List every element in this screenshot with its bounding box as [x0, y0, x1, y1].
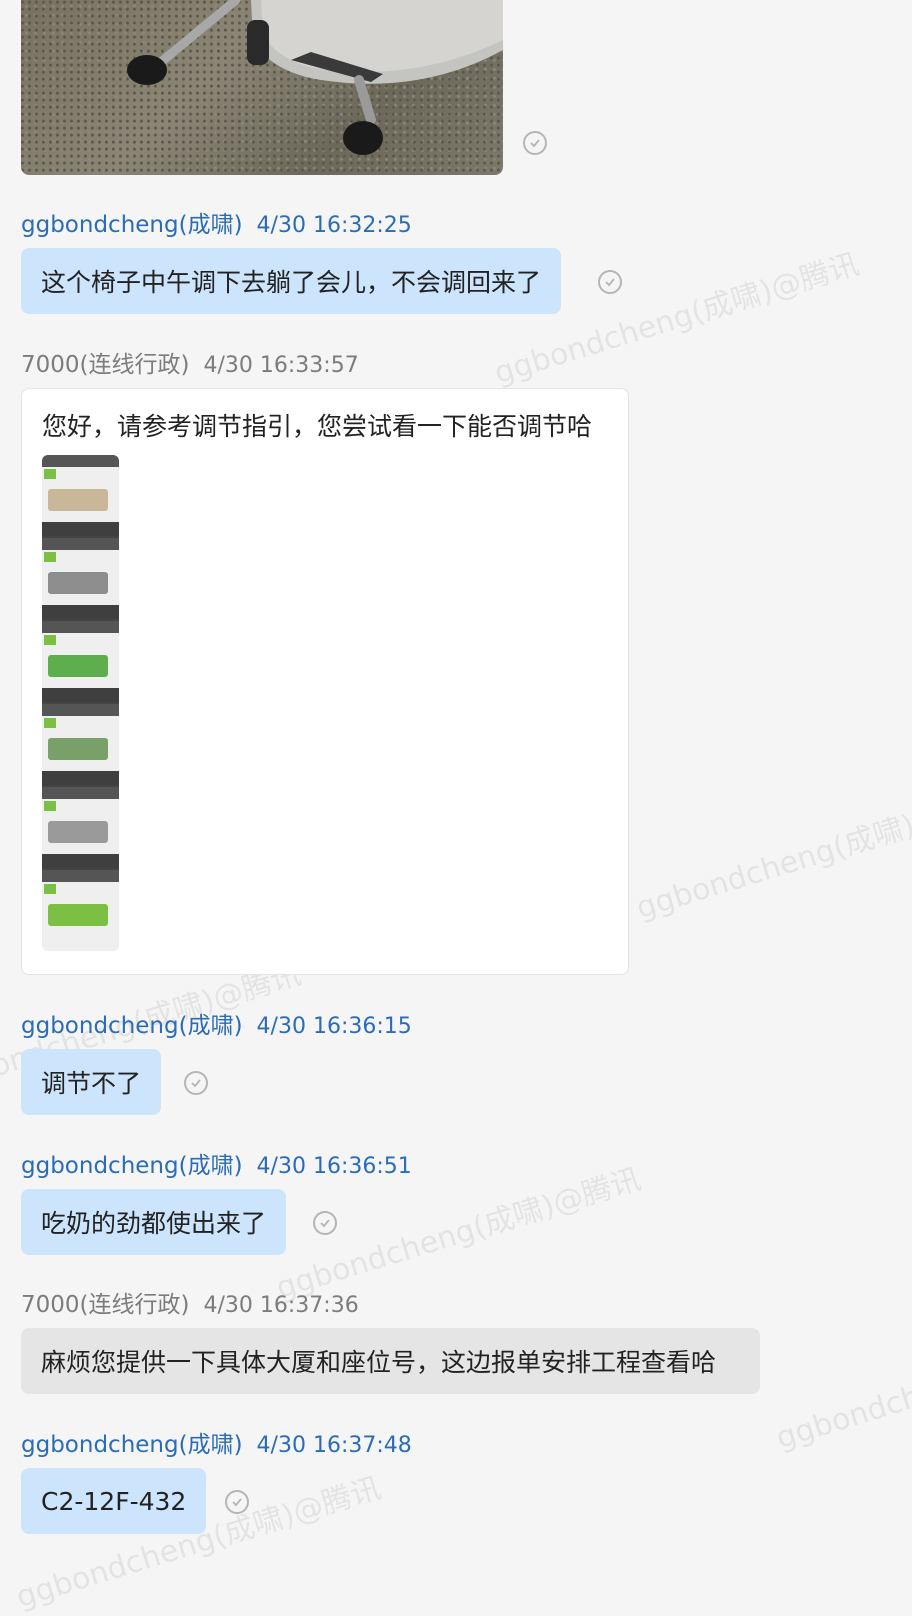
watermark: ggbondcheng(成啸)@腾讯	[772, 1311, 912, 1457]
guide-panel	[42, 538, 119, 621]
message-header: 7000(连线行政) 4/30 16:33:57	[21, 345, 359, 379]
message-bubble[interactable]: 调节不了	[21, 1049, 162, 1115]
office-chair-photo[interactable]	[21, 0, 503, 175]
message-text: C2-12F-432	[41, 1486, 187, 1516]
check-circle-icon	[184, 1071, 208, 1095]
check-circle-icon	[523, 131, 547, 155]
message-text: 调节不了	[41, 1069, 142, 1098]
message-bubble[interactable]: 这个椅子中午调下去躺了会儿，不会调回来了	[21, 248, 562, 314]
check-circle-icon	[313, 1211, 337, 1235]
message-text: 吃奶的劲都使出来了	[41, 1209, 267, 1238]
message-text: 麻烦您提供一下具体大厦和座位号，这边报单安排工程查看哈	[41, 1348, 717, 1377]
message-text: 您好，请参考调节指引，您尝试看一下能否调节哈	[42, 412, 593, 441]
message-time: 4/30 16:36:15	[256, 1014, 412, 1039]
guide-panel	[42, 621, 119, 704]
message-time: 4/30 16:32:25	[256, 213, 412, 238]
message-header: ggbondcheng(成啸) 4/30 16:36:51	[21, 1146, 412, 1180]
message-bubble[interactable]: 麻烦您提供一下具体大厦和座位号，这边报单安排工程查看哈	[21, 1328, 760, 1394]
sender-name[interactable]: ggbondcheng(成啸)	[21, 212, 243, 238]
guide-panel	[42, 455, 119, 538]
check-circle-icon	[598, 270, 622, 294]
adjustment-guide-image[interactable]	[42, 455, 119, 951]
message-text: 这个椅子中午调下去躺了会儿，不会调回来了	[41, 268, 542, 297]
message-header: ggbondcheng(成啸) 4/30 16:37:48	[21, 1425, 412, 1459]
message-header: ggbondcheng(成啸) 4/30 16:32:25	[21, 205, 412, 239]
sender-name[interactable]: ggbondcheng(成啸)	[21, 1153, 243, 1179]
message-bubble[interactable]: 吃奶的劲都使出来了	[21, 1189, 287, 1255]
sender-name[interactable]: 7000(连线行政)	[21, 1292, 189, 1318]
sender-name[interactable]: ggbondcheng(成啸)	[21, 1432, 243, 1458]
message-header: ggbondcheng(成啸) 4/30 16:36:15	[21, 1006, 412, 1040]
message-time: 4/30 16:36:51	[256, 1154, 412, 1179]
message-time: 4/30 16:33:57	[203, 353, 359, 378]
message-header: 7000(连线行政) 4/30 16:37:36	[21, 1285, 359, 1319]
message-time: 4/30 16:37:36	[203, 1293, 359, 1318]
office-chair-illustration	[127, 0, 503, 155]
sender-name[interactable]: 7000(连线行政)	[21, 352, 189, 378]
watermark: ggbondcheng(成啸)@腾讯	[632, 781, 912, 927]
check-circle-icon	[225, 1490, 249, 1514]
message-bubble[interactable]: C2-12F-432	[21, 1468, 207, 1534]
message-time: 4/30 16:37:48	[256, 1433, 412, 1458]
guide-panel	[42, 704, 119, 787]
sender-name[interactable]: ggbondcheng(成啸)	[21, 1013, 243, 1039]
guide-panel	[42, 870, 119, 951]
guide-panel	[42, 787, 119, 870]
message-card[interactable]: 您好，请参考调节指引，您尝试看一下能否调节哈	[21, 388, 629, 975]
